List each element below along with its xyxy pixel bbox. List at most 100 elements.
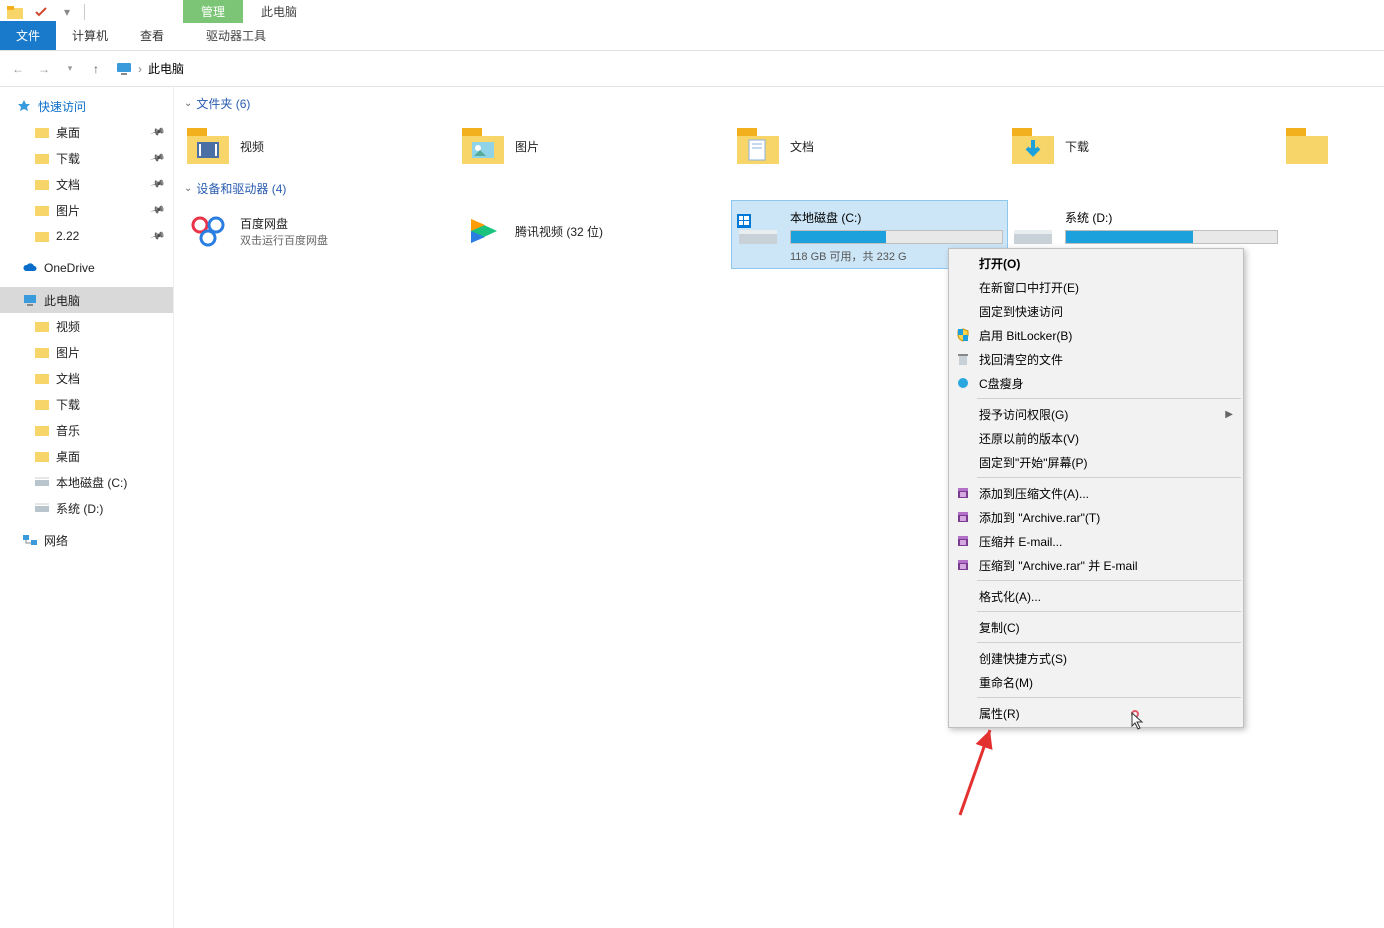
context-menu: 打开(O) 在新窗口中打开(E) 固定到快速访问启用 BitLocker(B) 找回清…	[948, 248, 1244, 728]
context-menu-item[interactable]: 固定到快速访问	[949, 299, 1243, 323]
folder-icon	[1286, 124, 1328, 168]
checkmark-icon[interactable]	[32, 3, 50, 21]
nav-recent-dropdown-icon[interactable]: ▾	[60, 59, 80, 79]
group-folders-header[interactable]: ⌄ 文件夹 (6)	[182, 91, 1376, 116]
context-tab-manage[interactable]: 管理	[183, 0, 243, 23]
sidebar-this-pc[interactable]: 此电脑	[0, 287, 173, 313]
folders-grid: 视频 图片 文档 下载	[182, 116, 1376, 176]
context-menu-separator	[977, 697, 1241, 698]
sidebar-onedrive[interactable]: OneDrive	[0, 255, 173, 281]
sidebar-item-pictures[interactable]: 图片	[0, 197, 173, 223]
folder-tile-downloads[interactable]: 下载	[1007, 116, 1282, 176]
sidebar-quick-access[interactable]: 快速访问	[0, 93, 173, 119]
baidu-netdisk-icon	[186, 209, 230, 253]
sidebar-item-downloads2[interactable]: 下载	[0, 391, 173, 417]
windows-drive-icon	[736, 209, 780, 253]
context-menu-item[interactable]: 添加到压缩文件(A)...	[949, 481, 1243, 505]
context-menu-item[interactable]: 打开(O)	[949, 251, 1243, 275]
folder-icon	[34, 396, 50, 412]
downloads-folder-icon	[1011, 124, 1055, 168]
context-menu-item-label: 添加到 "Archive.rar"(T)	[979, 509, 1100, 526]
navigation-pane: 快速访问 桌面 下载 文档 图片 2.22 OneDrive 此电脑 视频 图片…	[0, 87, 174, 928]
context-menu-item[interactable]: 找回清空的文件	[949, 347, 1243, 371]
ribbon-tab-view[interactable]: 查看	[124, 21, 180, 50]
context-menu-item-label: 复制(C)	[979, 619, 1020, 636]
context-menu-item[interactable]: 授予访问权限(G)▶	[949, 402, 1243, 426]
context-menu-item-label: 打开(O)	[979, 255, 1020, 272]
context-menu-item[interactable]: 在新窗口中打开(E)	[949, 275, 1243, 299]
context-menu-item-label: 固定到"开始"屏幕(P)	[979, 454, 1088, 471]
rar-icon	[955, 485, 971, 501]
context-menu-item[interactable]: 压缩并 E-mail...	[949, 529, 1243, 553]
nav-forward-icon: →	[34, 59, 54, 79]
sidebar-item-documents2[interactable]: 文档	[0, 365, 173, 391]
context-menu-item[interactable]: C盘瘦身	[949, 371, 1243, 395]
context-menu-item[interactable]: 压缩到 "Archive.rar" 并 E-mail	[949, 553, 1243, 577]
recycle-icon	[955, 351, 971, 367]
sidebar-item-videos[interactable]: 视频	[0, 313, 173, 339]
sidebar-item-222[interactable]: 2.22	[0, 223, 173, 249]
sidebar-item-drive-d[interactable]: 系统 (D:)	[0, 495, 173, 521]
ribbon-tab-computer[interactable]: 计算机	[56, 21, 124, 50]
this-pc-icon	[22, 292, 38, 308]
nav-up-icon[interactable]: ↑	[86, 59, 106, 79]
context-menu-separator	[977, 477, 1241, 478]
title-bar: ▾ 管理 此电脑	[0, 0, 1384, 23]
context-menu-item-label: 创建快捷方式(S)	[979, 650, 1067, 667]
breadcrumb[interactable]: › 此电脑	[116, 60, 1376, 77]
drive-icon	[34, 474, 50, 490]
sidebar-item-downloads[interactable]: 下载	[0, 145, 173, 171]
folder-icon	[34, 228, 50, 244]
folder-tile-documents[interactable]: 文档	[732, 116, 1007, 176]
context-menu-item[interactable]: 创建快捷方式(S)	[949, 646, 1243, 670]
folder-tile-partial[interactable]	[1282, 116, 1322, 176]
context-menu-item-label: 添加到压缩文件(A)...	[979, 485, 1089, 502]
videos-folder-icon	[186, 124, 230, 168]
context-menu-item-label: 在新窗口中打开(E)	[979, 279, 1079, 296]
context-menu-item-label: 启用 BitLocker(B)	[979, 327, 1072, 344]
context-menu-item-label: 还原以前的版本(V)	[979, 430, 1079, 447]
sidebar-quick-access-label: 快速访问	[38, 98, 86, 115]
folder-icon	[34, 318, 50, 334]
context-menu-separator	[977, 398, 1241, 399]
context-menu-separator	[977, 611, 1241, 612]
annotation-arrow	[955, 720, 1005, 820]
group-devices-header[interactable]: ⌄ 设备和驱动器 (4)	[182, 176, 1376, 201]
context-menu-item[interactable]: 重命名(M)	[949, 670, 1243, 694]
folder-tile-videos[interactable]: 视频	[182, 116, 457, 176]
dropdown-small-icon[interactable]: ▾	[58, 3, 76, 21]
context-menu-item[interactable]: 固定到"开始"屏幕(P)	[949, 450, 1243, 474]
context-menu-item-label: 压缩到 "Archive.rar" 并 E-mail	[979, 557, 1138, 574]
folder-icon	[34, 448, 50, 464]
drive-c-usage-bar	[790, 230, 1003, 244]
ribbon-tab-drive-tools[interactable]: 驱动器工具	[190, 21, 282, 50]
drive-d-label: 系统 (D:)	[1065, 209, 1278, 226]
this-pc-icon	[116, 62, 132, 76]
folder-icon	[34, 344, 50, 360]
app-tile-baidu[interactable]: 百度网盘双击运行百度网盘	[182, 201, 457, 261]
context-menu-item[interactable]: 启用 BitLocker(B)	[949, 323, 1243, 347]
folder-tile-pictures[interactable]: 图片	[457, 116, 732, 176]
context-menu-item[interactable]: 格式化(A)...	[949, 584, 1243, 608]
nav-back-icon[interactable]: ←	[8, 59, 28, 79]
sidebar-item-drive-c[interactable]: 本地磁盘 (C:)	[0, 469, 173, 495]
sidebar-item-music[interactable]: 音乐	[0, 417, 173, 443]
context-menu-separator	[977, 642, 1241, 643]
folder-icon	[34, 422, 50, 438]
drive-icon	[1011, 209, 1055, 253]
sidebar-item-desktop[interactable]: 桌面	[0, 119, 173, 145]
app-tile-tencent-video[interactable]: 腾讯视频 (32 位)	[457, 201, 732, 261]
context-menu-item[interactable]: 复制(C)	[949, 615, 1243, 639]
context-menu-item[interactable]: 还原以前的版本(V)	[949, 426, 1243, 450]
sidebar-item-desktop2[interactable]: 桌面	[0, 443, 173, 469]
sidebar-item-pictures2[interactable]: 图片	[0, 339, 173, 365]
context-menu-item[interactable]: 添加到 "Archive.rar"(T)	[949, 505, 1243, 529]
folder-icon	[34, 370, 50, 386]
ribbon-tab-file[interactable]: 文件	[0, 21, 56, 50]
breadcrumb-location[interactable]: 此电脑	[148, 60, 184, 77]
folder-icon	[34, 124, 50, 140]
address-bar: ← → ▾ ↑ › 此电脑	[0, 51, 1384, 87]
sidebar-network[interactable]: 网络	[0, 527, 173, 553]
sidebar-item-documents[interactable]: 文档	[0, 171, 173, 197]
drive-c-label: 本地磁盘 (C:)	[790, 209, 1003, 226]
